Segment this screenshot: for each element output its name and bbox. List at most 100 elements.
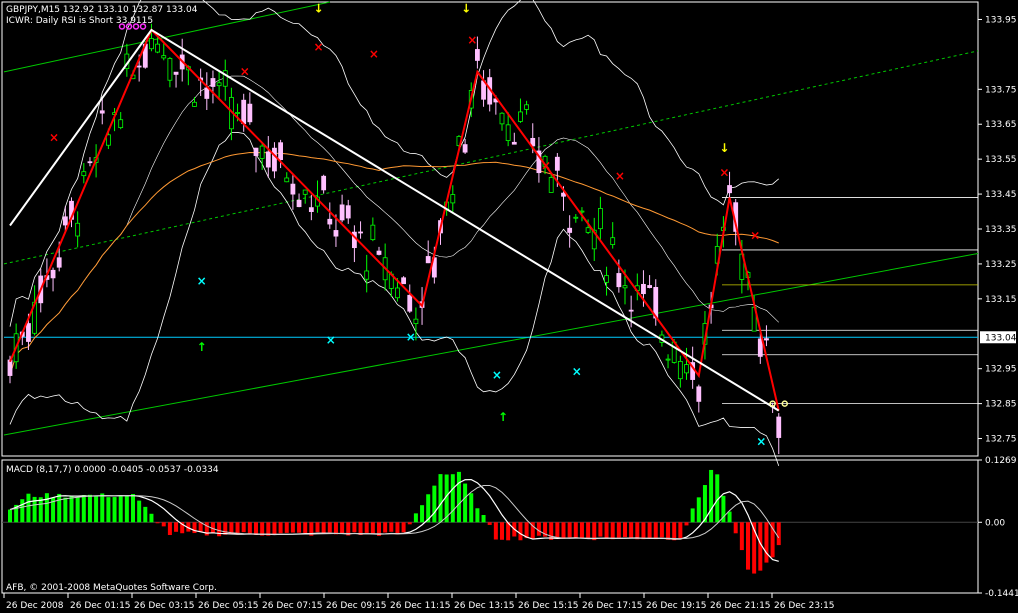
macd-bar	[420, 505, 425, 523]
symbol-header: GBPJPY,M15 132.92 133.10 132.87 133.04	[6, 5, 198, 15]
bull-candle	[118, 119, 124, 129]
macd-bar	[659, 522, 664, 538]
macd-bar	[69, 495, 74, 523]
macd-bar	[764, 522, 769, 563]
macd-bar	[395, 522, 400, 535]
macd-bar	[413, 513, 418, 523]
macd-bar	[481, 515, 486, 523]
macd-bar	[672, 522, 677, 541]
bear-candle	[425, 256, 431, 264]
bull-candle	[573, 216, 579, 219]
macd-bar	[555, 522, 560, 539]
time-label: 26 Dec 17:15	[582, 601, 643, 611]
macd-bar	[776, 522, 781, 546]
macd-bar	[94, 495, 99, 523]
macd-bar	[254, 522, 258, 535]
macd-bar	[352, 522, 357, 533]
bear-candle	[327, 218, 333, 225]
macd-bar	[112, 497, 117, 523]
bull-candle	[665, 358, 671, 361]
macd-bar	[297, 522, 302, 533]
macd-bar	[155, 522, 160, 524]
red-cross-icon: ×	[240, 64, 250, 78]
macd-bar	[579, 522, 584, 538]
macd-bar	[20, 499, 25, 523]
bull-candle	[259, 145, 265, 159]
bear-candle	[290, 183, 296, 195]
time-label: 26 Dec 05:15	[198, 601, 259, 611]
red-cross-icon: ×	[541, 159, 551, 173]
macd-bar	[149, 513, 154, 523]
macd-bar	[315, 522, 320, 533]
macd-bar	[629, 522, 634, 538]
macd-bar	[137, 500, 142, 523]
middle-band	[9, 75, 779, 376]
bull-candle	[684, 364, 689, 374]
bear-candle	[321, 175, 327, 191]
bull-candle	[610, 237, 616, 245]
macd-bar	[229, 522, 234, 534]
bear-candle	[757, 338, 763, 357]
macd-label: 0.1269	[985, 456, 1017, 466]
macd-bar	[727, 511, 732, 523]
bear-candle	[339, 204, 345, 221]
price-label: 132.85	[985, 400, 1017, 410]
price-label: 132.75	[985, 435, 1017, 445]
macd-bar	[174, 522, 179, 532]
bull-candle	[524, 104, 529, 110]
macd-bar	[100, 493, 105, 523]
macd-bar	[333, 522, 338, 535]
bull-candle	[604, 275, 609, 283]
bear-candle	[278, 142, 284, 160]
macd-bar	[678, 522, 683, 540]
bear-candle	[628, 309, 634, 312]
time-label: 26 Dec 2008	[6, 601, 64, 611]
macd-histogram	[2, 469, 978, 574]
macd-bar	[340, 522, 345, 534]
macd-bar	[604, 522, 609, 538]
macd-bar	[284, 522, 289, 533]
macd-bar	[610, 522, 615, 540]
macd-header: MACD (8,17,7) 0.0000 -0.0405 -0.0537 -0.…	[6, 465, 219, 475]
macd-bar	[518, 522, 523, 541]
macd-bar	[364, 522, 369, 533]
bear-candle	[296, 199, 302, 208]
macd-label: -0.1441	[985, 589, 1018, 599]
macd-bar	[63, 497, 68, 523]
zigzag-line	[9, 28, 780, 411]
time-label: 26 Dec 23:15	[774, 601, 835, 611]
macd-bar	[549, 522, 554, 540]
macd-bar	[432, 485, 437, 523]
bull-candle	[413, 318, 419, 325]
bull-candle	[598, 208, 603, 230]
bear-candle	[204, 87, 210, 99]
bear-candle	[376, 250, 382, 255]
cyan-cross-icon: ×	[492, 368, 502, 382]
bear-candle	[265, 151, 271, 168]
price-label: 132.95	[985, 365, 1017, 375]
price-label: 133.35	[985, 225, 1017, 235]
bull-candle	[450, 194, 456, 204]
macd-label: 0.00	[985, 518, 1005, 528]
macd-bar	[401, 522, 406, 533]
candles	[7, 23, 782, 455]
macd-bar	[124, 495, 129, 523]
price-label: 133.15	[985, 295, 1017, 305]
signal-marks: ↓ ↓ ↓ ↑ ↑ × × × × × × × × × × × × × × ×	[49, 1, 788, 449]
bear-candle	[776, 416, 782, 438]
macd-bar	[616, 522, 621, 538]
macd-bar	[57, 493, 62, 523]
red-cross-icon: ×	[615, 169, 625, 183]
macd-bar	[586, 522, 591, 540]
bear-candle	[26, 323, 31, 342]
bear-candle	[333, 230, 339, 237]
macd-bar	[44, 493, 49, 523]
macd-panel-frame	[1, 459, 979, 594]
macd-bar	[26, 493, 31, 523]
macd-bar	[567, 522, 572, 538]
bull-candle	[192, 101, 197, 107]
macd-bar	[278, 522, 283, 534]
bear-candle	[462, 144, 468, 153]
bear-candle	[50, 269, 56, 279]
macd-bar	[623, 522, 627, 538]
